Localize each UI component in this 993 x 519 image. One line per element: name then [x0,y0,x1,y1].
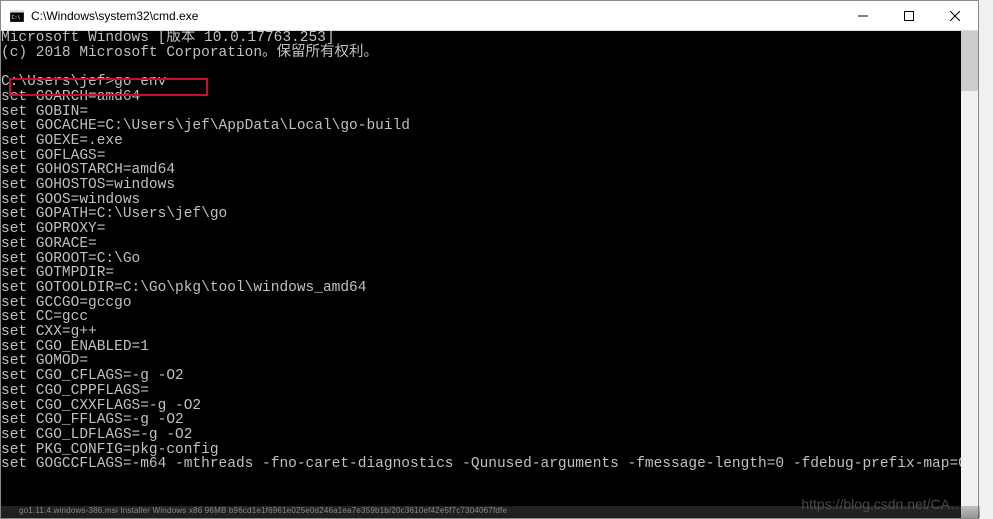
terminal-output[interactable]: Microsoft Windows [版本 10.0.17763.253] (c… [1,31,961,518]
window-title: C:\Windows\system32\cmd.exe [31,9,840,23]
scrollbar-thumb[interactable] [961,31,978,91]
maximize-button[interactable] [886,1,932,30]
scrollbar[interactable] [961,31,978,518]
svg-text:C:\: C:\ [12,15,21,21]
titlebar[interactable]: C:\ C:\Windows\system32\cmd.exe [1,1,978,31]
cmd-icon: C:\ [9,8,25,24]
terminal-area: Microsoft Windows [版本 10.0.17763.253] (c… [1,31,978,518]
footer-hint: go1.11.4.windows-386.msi Installer Windo… [1,506,980,518]
minimize-button[interactable] [840,1,886,30]
close-button[interactable] [932,1,978,30]
window-controls [840,1,978,30]
cmd-window: C:\ C:\Windows\system32\cmd.exe Microsof… [0,0,979,519]
